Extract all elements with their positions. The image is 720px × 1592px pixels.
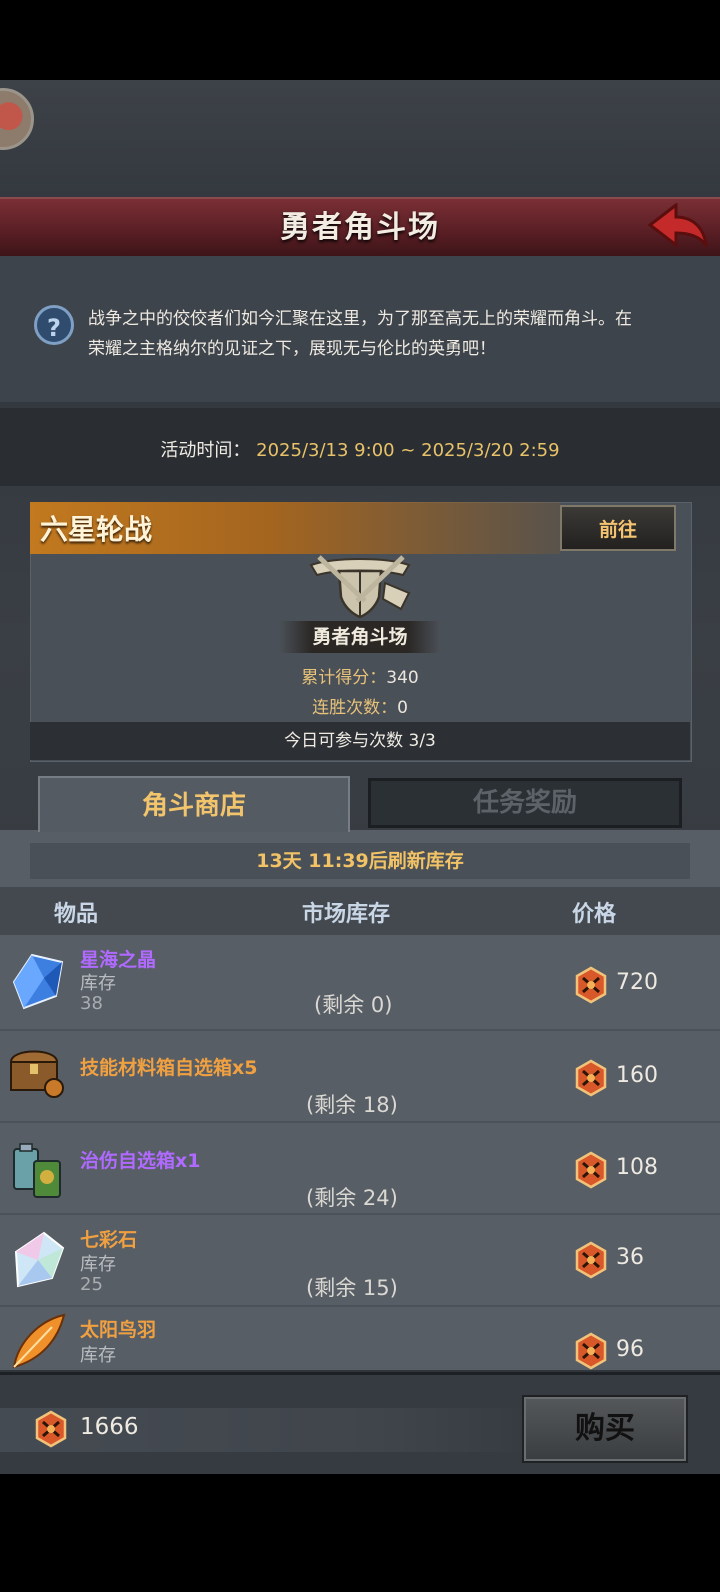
arena-name-plate: 勇者角斗场 — [280, 621, 440, 653]
streak-label: 连胜次数： — [312, 698, 398, 718]
item-price: 160 — [616, 1063, 658, 1088]
streak-row: 连胜次数：0 — [0, 693, 720, 718]
arena-shield-icon — [309, 555, 411, 619]
event-time-label: 活动时间： — [160, 440, 251, 461]
rainbow-stone-icon — [14, 1231, 65, 1288]
intro-description: 战争之中的佼佼者们如今汇聚在这里，为了那至高无上的荣耀而角斗。在荣耀之主格纳尔的… — [88, 309, 632, 359]
item-stock-value: 25 — [80, 1274, 103, 1295]
item-stock-label: 库存 — [80, 1345, 116, 1366]
item-price: 96 — [616, 1337, 644, 1362]
help-icon[interactable]: ? — [34, 305, 74, 345]
item-price: 720 — [616, 970, 658, 995]
item-stock-label: 库存 — [80, 1254, 116, 1275]
column-header-market-stock: 市场库存 — [302, 902, 391, 927]
buy-button[interactable]: 购买 — [522, 1395, 688, 1463]
navigation-bar-area — [0, 1474, 720, 1592]
score-row: 累计得分：340 — [0, 663, 720, 688]
back-arrow-icon[interactable] — [646, 203, 710, 247]
column-header-price: 价格 — [572, 902, 617, 927]
blue-crystal-icon — [12, 953, 64, 1010]
score-value: 340 — [386, 668, 419, 688]
daily-attempts: 今日可参与次数 3/3 — [30, 722, 690, 760]
tab-tasks[interactable]: 任务奖励 — [368, 778, 682, 828]
item-remaining: (剩余 18) — [306, 1093, 398, 1117]
item-name: 技能材料箱自选箱x5 — [80, 1057, 258, 1079]
arena-coin-icon — [575, 1151, 607, 1189]
treasure-chest-icon — [9, 1050, 64, 1098]
event-title: 六星轮战 — [40, 513, 153, 546]
refresh-countdown: 13天 11:39后刷新库存 — [30, 843, 690, 879]
item-price: 36 — [616, 1245, 644, 1270]
event-time-value: 2025/3/13 9:00 ~ 2025/3/20 2:59 — [256, 440, 560, 461]
potion-box-icon — [13, 1143, 61, 1198]
feather-icon — [12, 1313, 66, 1369]
status-bar-area — [0, 0, 720, 80]
item-name: 星海之晶 — [80, 949, 157, 971]
arena-coin-icon — [35, 1410, 67, 1448]
item-price: 108 — [616, 1155, 658, 1180]
score-label: 累计得分： — [301, 668, 387, 688]
streak-value: 0 — [397, 698, 408, 718]
item-stock-value: 38 — [80, 993, 103, 1014]
arena-coin-icon — [575, 1241, 607, 1279]
tab-shop[interactable]: 角斗商店 — [38, 776, 350, 832]
item-name: 治伤自选箱x1 — [80, 1150, 201, 1172]
column-header-item: 物品 — [54, 902, 99, 927]
coin-balance: 1666 — [80, 1414, 139, 1440]
item-remaining: (剩余 0) — [314, 993, 393, 1017]
arena-coin-icon — [575, 1059, 607, 1097]
arena-coin-icon — [575, 966, 607, 1004]
title-bar: 勇者角斗场 — [0, 197, 720, 259]
arena-coin-icon — [575, 1332, 607, 1370]
goto-button[interactable]: 前往 — [560, 505, 676, 551]
item-name: 太阳鸟羽 — [80, 1319, 157, 1341]
item-name: 七彩石 — [80, 1229, 138, 1251]
item-remaining: (剩余 15) — [306, 1276, 398, 1300]
item-remaining: (剩余 24) — [306, 1186, 398, 1210]
event-time: 活动时间： 2025/3/13 9:00 ~ 2025/3/20 2:59 — [0, 436, 720, 462]
item-stock-label: 库存 — [80, 973, 116, 994]
page-title: 勇者角斗场 — [280, 210, 440, 245]
